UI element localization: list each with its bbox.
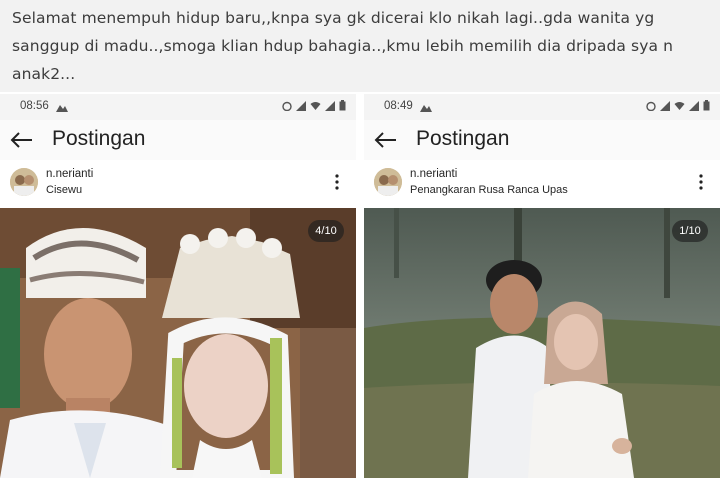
more-vert-icon[interactable] <box>334 174 340 190</box>
screenshot-right: 08:49 Postingan n.nerianti Penangkaran R… <box>364 94 720 478</box>
page-title: Postingan <box>416 127 510 150</box>
alarm-icon <box>646 101 656 111</box>
status-icons <box>282 100 346 111</box>
app-bar: Postingan <box>364 120 720 160</box>
signal-icon <box>296 100 306 111</box>
wifi-icon <box>310 101 321 110</box>
battery-icon <box>339 100 346 111</box>
post-caption: Selamat menempuh hidup baru,,knpa sya gk… <box>0 0 720 92</box>
photo-counter: 1/10 <box>672 220 708 242</box>
username[interactable]: n.nerianti <box>46 168 93 180</box>
wifi-icon <box>674 101 685 110</box>
prewedding-photo <box>364 208 720 478</box>
post-photo[interactable]: 1/10 <box>364 208 720 478</box>
status-time: 08:56 <box>20 100 49 112</box>
alarm-icon <box>282 101 292 111</box>
location[interactable]: Cisewu <box>46 184 82 196</box>
caption-text: Selamat menempuh hidup baru,,knpa sya gk… <box>12 9 674 83</box>
signal-icon <box>660 100 670 111</box>
status-bar: 08:56 <box>0 94 356 120</box>
arrow-left-icon[interactable] <box>372 130 398 150</box>
post-header: n.nerianti Cisewu <box>0 162 356 206</box>
post-photo[interactable]: 4/10 <box>0 208 356 478</box>
more-vert-icon[interactable] <box>698 174 704 190</box>
gallery-notification-icon <box>56 105 68 112</box>
location[interactable]: Penangkaran Rusa Ranca Upas <box>410 184 568 196</box>
gallery-notification-icon <box>420 105 432 112</box>
avatar[interactable] <box>374 168 402 196</box>
arrow-left-icon[interactable] <box>8 130 34 150</box>
photo-counter: 4/10 <box>308 220 344 242</box>
signal-icon <box>325 100 335 111</box>
username[interactable]: n.nerianti <box>410 168 457 180</box>
status-bar: 08:49 <box>364 94 720 120</box>
post-header: n.nerianti Penangkaran Rusa Ranca Upas <box>364 162 720 206</box>
wedding-photo <box>0 208 356 478</box>
status-icons <box>646 100 710 111</box>
signal-icon <box>689 100 699 111</box>
app-bar: Postingan <box>0 120 356 160</box>
screenshot-left: 08:56 Postingan n.nerianti Cisewu 4/10 <box>0 94 356 478</box>
page-title: Postingan <box>52 127 146 150</box>
status-time: 08:49 <box>384 100 413 112</box>
avatar[interactable] <box>10 168 38 196</box>
battery-icon <box>703 100 710 111</box>
